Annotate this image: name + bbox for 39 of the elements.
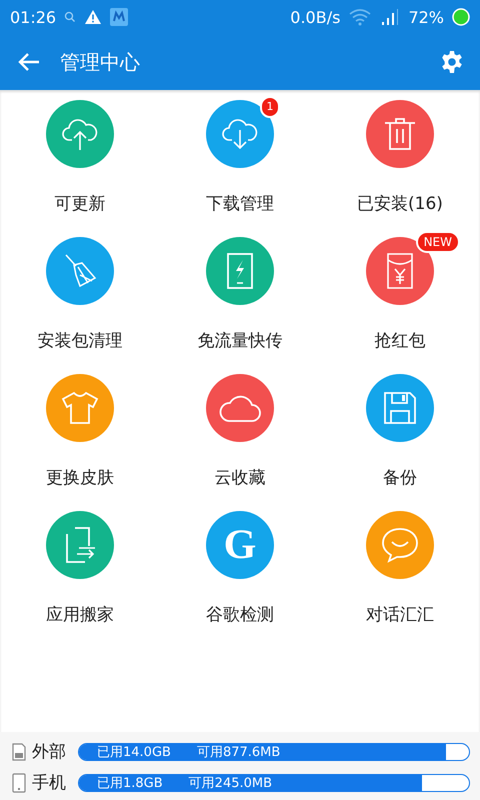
notification-badge: 1 xyxy=(260,96,280,118)
sd-card-icon xyxy=(12,742,26,760)
status-time: 01:26 xyxy=(10,8,56,26)
phone-bolt-icon xyxy=(226,252,254,290)
cloud-arrow-icon xyxy=(60,116,100,152)
tool-tile[interactable]: G 谷歌检测 xyxy=(160,511,320,648)
cloud-arrow-icon xyxy=(220,116,260,152)
storage-used: 已用1.8GB xyxy=(97,774,163,790)
tool-tile[interactable]: 对话汇汇 xyxy=(320,511,480,648)
t-shirt-icon xyxy=(61,391,99,425)
letter-g-icon: G xyxy=(224,524,256,566)
trash-icon xyxy=(383,117,417,151)
tool-tile[interactable]: 免流量快传 xyxy=(160,237,320,374)
tool-tile[interactable]: 备份 xyxy=(320,374,480,511)
battery-level: 72% xyxy=(408,8,444,26)
floppy-disk-icon xyxy=(383,391,417,425)
wifi-icon xyxy=(348,8,372,26)
storage-name: 外部 xyxy=(32,741,67,763)
tool-tile[interactable]: 云收藏 xyxy=(160,374,320,511)
tool-tile[interactable]: 可更新 xyxy=(0,100,160,237)
search-icon xyxy=(64,11,76,23)
tool-tile[interactable]: 安装包清理 xyxy=(0,237,160,374)
warning-icon xyxy=(84,9,102,25)
phone-icon xyxy=(12,772,26,792)
storage-free: 可用245.0MB xyxy=(188,774,272,790)
notification-badge: NEW xyxy=(416,231,460,253)
tool-tile[interactable]: 应用搬家 xyxy=(0,511,160,648)
storage-free: 可用877.6MB xyxy=(196,744,280,760)
page-title: 管理中心 xyxy=(60,48,140,76)
chat-bubble-icon xyxy=(381,527,419,563)
envelope-icon xyxy=(386,252,414,290)
storage-used: 已用14.0GB xyxy=(97,744,171,760)
network-speed: 0.0B/s xyxy=(290,8,340,26)
tool-tile[interactable]: 更换皮肤 xyxy=(0,374,160,511)
app-notification-icon xyxy=(110,8,128,26)
signal-icon xyxy=(380,8,400,26)
phone-transfer-icon xyxy=(63,526,97,564)
storage-name: 手机 xyxy=(32,772,67,794)
battery-icon xyxy=(452,8,470,26)
